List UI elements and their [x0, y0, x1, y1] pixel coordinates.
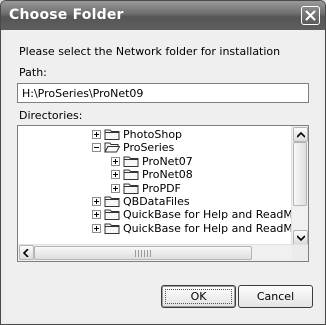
tree-item[interactable]: ProNet07 [111, 155, 193, 168]
tree-item[interactable]: ProPDF [111, 182, 181, 195]
tree-item-label: QBDataFiles [123, 195, 190, 208]
scroll-up-button[interactable] [293, 127, 308, 142]
scroll-grip [135, 250, 151, 257]
tree-item-label: QuickBase for Help and ReadMe files [123, 221, 309, 235]
path-label: Path: [19, 66, 47, 79]
plus-expander-icon[interactable] [92, 223, 101, 233]
tree-item[interactable]: QuickBase for Help and ReadMe files [92, 208, 309, 222]
plus-expander-icon[interactable] [92, 130, 101, 139]
title-bar[interactable]: Choose Folder [1, 1, 325, 30]
cancel-button-label: Cancel [256, 290, 295, 303]
folder-icon [123, 168, 139, 181]
plus-expander-icon[interactable] [111, 156, 120, 166]
tree-item-label: ProPDF [142, 181, 181, 195]
tree-item-label: PhotoShop [123, 128, 183, 141]
horizontal-scrollbar[interactable] [18, 244, 308, 261]
close-button[interactable] [301, 6, 320, 25]
folder-icon [104, 195, 120, 208]
minus-expander-icon[interactable] [92, 143, 101, 153]
tree-item[interactable]: QBDataFiles [92, 195, 190, 208]
scrollbar-corner [292, 245, 308, 261]
plus-expander-icon[interactable] [92, 197, 101, 206]
tree-item-label: QuickBase for Help and ReadMe files [123, 208, 309, 222]
choose-folder-dialog: Choose Folder Please select the Network … [0, 0, 326, 325]
vertical-scroll-thumb[interactable] [293, 142, 307, 206]
folder-icon [123, 155, 139, 168]
dialog-title: Choose Folder [9, 7, 124, 23]
scroll-down-button[interactable] [293, 230, 308, 245]
tree-item-label: ProNet07 [142, 154, 193, 168]
horizontal-scroll-thumb[interactable] [34, 246, 252, 260]
folder-open-icon [104, 141, 120, 154]
folder-icon [104, 128, 120, 141]
scroll-left-button[interactable] [19, 245, 34, 260]
tree-item[interactable]: QuickBase for Help and ReadMe files [92, 221, 309, 235]
folder-icon [123, 182, 139, 195]
directory-tree[interactable]: PhotoShop ProSeries ProNet07 ProNet08 ProPDF… [17, 125, 309, 262]
tree-item-label: ProNet08 [142, 168, 193, 182]
directories-label: Directories: [19, 109, 83, 122]
tree-item[interactable]: ProNet08 [111, 168, 193, 181]
instruction-text: Please select the Network folder for ins… [19, 45, 281, 58]
focus-indicator [165, 289, 232, 304]
cancel-button[interactable]: Cancel [238, 285, 313, 308]
ok-button[interactable]: OK [161, 285, 236, 308]
dialog-body: Please select the Network folder for ins… [4, 30, 322, 322]
plus-expander-icon[interactable] [92, 210, 101, 220]
plus-expander-icon[interactable] [111, 183, 120, 193]
folder-icon [104, 222, 120, 235]
plus-expander-icon[interactable] [111, 170, 120, 180]
path-input[interactable] [17, 83, 309, 103]
folder-icon [104, 208, 120, 221]
tree-item-label: ProSeries [123, 141, 175, 155]
vertical-scrollbar[interactable] [291, 126, 308, 247]
tree-item[interactable]: PhotoShop [92, 128, 182, 141]
tree-item[interactable]: ProSeries [92, 141, 174, 154]
